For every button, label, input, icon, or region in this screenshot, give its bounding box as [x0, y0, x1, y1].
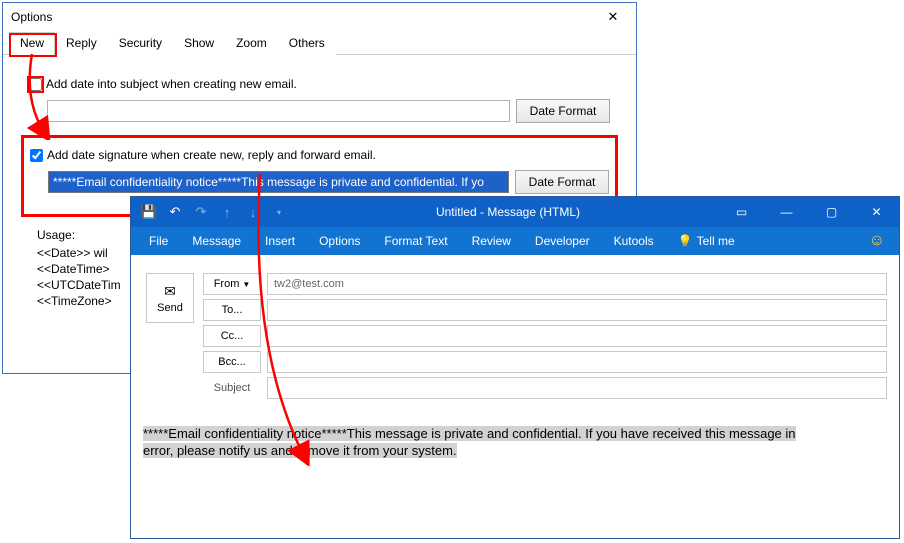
quick-access-toolbar: 💾 ↶ ↷ ↑ ↓ ▾ [131, 204, 297, 220]
tab-show[interactable]: Show [173, 32, 225, 55]
menu-format-text[interactable]: Format Text [372, 227, 459, 255]
options-title: Options [11, 10, 598, 24]
envelope-icon: ✉ [164, 283, 176, 300]
add-date-subject-input-row: Date Format [29, 99, 610, 123]
body-line-2: error, please notify us and remove it fr… [143, 443, 457, 458]
options-tabstrip: New Reply Security Show Zoom Others [3, 31, 636, 55]
add-signature-row: Add date signature when create new, repl… [30, 144, 609, 166]
add-date-subject-row: Add date into subject when creating new … [29, 73, 610, 95]
compose-window: 💾 ↶ ↷ ↑ ↓ ▾ Untitled - Message (HTML) ▭ … [130, 196, 900, 539]
subject-label: Subject [203, 382, 261, 394]
menu-developer[interactable]: Developer [523, 227, 602, 255]
ribbon-options-icon[interactable]: ▭ [719, 197, 764, 227]
up-icon[interactable]: ↑ [219, 204, 235, 220]
chevron-down-icon: ▼ [242, 280, 250, 289]
add-signature-checkbox[interactable] [30, 149, 43, 162]
down-icon[interactable]: ↓ [245, 204, 261, 220]
tab-reply[interactable]: Reply [55, 32, 108, 55]
cc-field[interactable] [267, 325, 887, 347]
redo-icon[interactable]: ↷ [193, 204, 209, 220]
from-button[interactable]: From▼ [203, 273, 261, 295]
compose-titlebar: 💾 ↶ ↷ ↑ ↓ ▾ Untitled - Message (HTML) ▭ … [131, 197, 899, 227]
tab-zoom[interactable]: Zoom [225, 32, 278, 55]
subject-field[interactable] [267, 377, 887, 399]
add-date-subject-checkbox[interactable] [29, 78, 42, 91]
undo-icon[interactable]: ↶ [167, 204, 183, 220]
ribbon-menu: File Message Insert Options Format Text … [131, 227, 899, 255]
menu-kutools[interactable]: Kutools [602, 227, 666, 255]
bcc-field[interactable] [267, 351, 887, 373]
menu-tell-me[interactable]: 💡Tell me [666, 227, 747, 255]
qat-more-icon[interactable]: ▾ [271, 204, 287, 220]
minimize-icon[interactable]: — [764, 197, 809, 227]
to-button[interactable]: To... [203, 299, 261, 321]
add-signature-input-row: Date Format [30, 170, 609, 194]
close-icon[interactable]: ✕ [598, 9, 628, 25]
date-format-button-2[interactable]: Date Format [515, 170, 609, 194]
maximize-icon[interactable]: ▢ [809, 197, 854, 227]
compose-header: ✉ Send From▼ To... Cc... Bcc... [143, 273, 887, 403]
from-field[interactable] [267, 273, 887, 295]
menu-review[interactable]: Review [460, 227, 523, 255]
tab-new[interactable]: New [9, 32, 55, 55]
compose-title: Untitled - Message (HTML) [297, 205, 719, 219]
compose-body: ✉ Send From▼ To... Cc... Bcc... [131, 255, 899, 538]
bulb-icon: 💡 [678, 234, 693, 248]
add-date-subject-input[interactable] [47, 100, 510, 122]
tab-security[interactable]: Security [108, 32, 173, 55]
send-button[interactable]: ✉ Send [146, 273, 194, 323]
message-body[interactable]: *****Email confidentiality notice*****Th… [143, 425, 887, 530]
options-titlebar: Options ✕ [3, 3, 636, 31]
menu-message[interactable]: Message [180, 227, 253, 255]
menu-options[interactable]: Options [307, 227, 372, 255]
close-icon[interactable]: ✕ [854, 197, 899, 227]
date-format-button-1[interactable]: Date Format [516, 99, 610, 123]
add-date-subject-label: Add date into subject when creating new … [46, 77, 297, 91]
add-signature-label: Add date signature when create new, repl… [47, 148, 376, 162]
smiley-icon[interactable]: ☺ [861, 232, 893, 250]
body-line-1: *****Email confidentiality notice*****Th… [143, 426, 796, 441]
menu-insert[interactable]: Insert [253, 227, 307, 255]
add-signature-input[interactable] [48, 171, 509, 193]
window-buttons: ▭ — ▢ ✕ [719, 197, 899, 227]
cc-button[interactable]: Cc... [203, 325, 261, 347]
bcc-button[interactable]: Bcc... [203, 351, 261, 373]
save-icon[interactable]: 💾 [141, 204, 157, 220]
menu-file[interactable]: File [137, 227, 180, 255]
tab-others[interactable]: Others [278, 32, 336, 55]
to-field[interactable] [267, 299, 887, 321]
